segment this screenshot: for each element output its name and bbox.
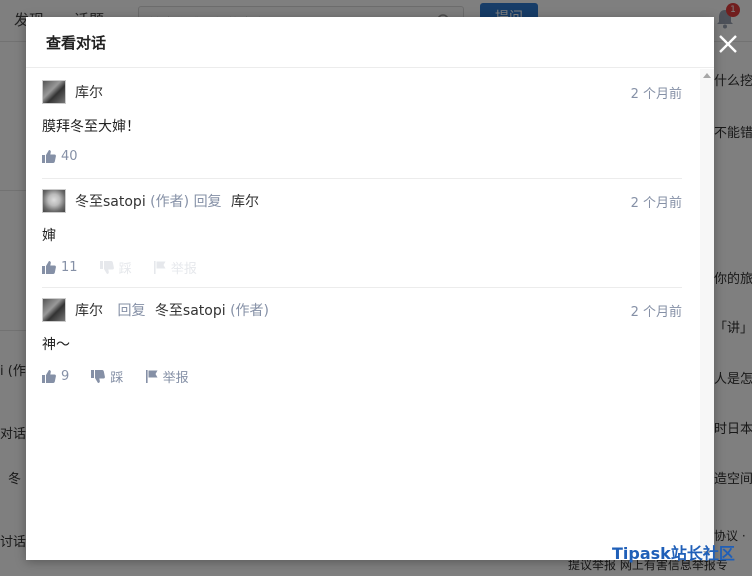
report-button[interactable]: 举报 xyxy=(153,258,197,277)
dislike-button[interactable]: 踩 xyxy=(99,258,132,277)
like-button[interactable]: 40 xyxy=(42,149,78,164)
comment-meta: 冬至satopi (作者) 回复 库尔 xyxy=(75,191,259,211)
author-tag: (作者) xyxy=(150,194,190,210)
scrollbar[interactable] xyxy=(700,69,714,560)
comment-meta: 库尔 回复 冬至satopi (作者) xyxy=(75,300,269,320)
like-count: 9 xyxy=(61,369,70,384)
comment-time: 2 个月前 xyxy=(630,196,682,211)
reply-label: 回复 xyxy=(117,303,146,319)
comment-item: 库尔 回复 冬至satopi (作者) 2 个月前 神～ 9 踩 举报 xyxy=(42,287,682,396)
avatar[interactable] xyxy=(42,298,66,322)
thumbs-down-icon xyxy=(99,261,114,274)
site-watermark: Tipask站长社区 xyxy=(612,544,735,563)
conversation-dialog: 查看对话 库尔 2 个月前 膜拜冬至大婶！ 40 冬至satopi (作者) 回… xyxy=(26,17,714,560)
report-label: 举报 xyxy=(170,262,197,277)
comment-content: 婶 xyxy=(42,228,56,244)
report-label: 举报 xyxy=(162,371,189,386)
thumbs-up-icon xyxy=(42,150,56,163)
flag-icon xyxy=(145,370,158,383)
comment-content: 神～ xyxy=(42,337,70,353)
dislike-button[interactable]: 踩 xyxy=(91,367,123,386)
thumbs-up-icon xyxy=(42,261,56,274)
report-button[interactable]: 举报 xyxy=(145,367,189,386)
comment-actions: 40 xyxy=(42,149,96,167)
comment-actions: 9 踩 举报 xyxy=(42,367,207,386)
comment-actions: 11 踩 举报 xyxy=(42,258,215,277)
thumbs-up-icon xyxy=(42,370,56,383)
like-count: 11 xyxy=(61,260,78,275)
conversation-list: 库尔 2 个月前 膜拜冬至大婶！ 40 冬至satopi (作者) 回复 库尔 … xyxy=(26,69,714,560)
like-count: 40 xyxy=(61,149,78,164)
author-tag: (作者) xyxy=(230,303,270,319)
reply-label: 回复 xyxy=(193,194,222,210)
flag-icon xyxy=(153,261,166,274)
reply-to-user[interactable]: 库尔 xyxy=(231,194,259,210)
comment-item: 库尔 2 个月前 膜拜冬至大婶！ 40 xyxy=(42,69,682,178)
dislike-label: 踩 xyxy=(118,262,132,277)
like-button[interactable]: 11 xyxy=(42,260,78,275)
comment-item: 冬至satopi (作者) 回复 库尔 2 个月前 婶 11 踩 举报 xyxy=(42,178,682,287)
scroll-up-arrow-icon[interactable] xyxy=(703,73,711,78)
comment-meta: 库尔 xyxy=(75,82,103,102)
dialog-title: 查看对话 xyxy=(26,17,714,68)
avatar[interactable] xyxy=(42,80,66,104)
comment-time: 2 个月前 xyxy=(630,305,682,320)
like-button[interactable]: 9 xyxy=(42,369,69,384)
close-icon[interactable] xyxy=(717,33,739,55)
dislike-label: 踩 xyxy=(110,371,124,386)
avatar[interactable] xyxy=(42,189,66,213)
comment-time: 2 个月前 xyxy=(630,87,682,102)
comment-author[interactable]: 库尔 xyxy=(75,85,103,101)
comment-author[interactable]: 冬至satopi xyxy=(75,194,146,210)
reply-to-user[interactable]: 冬至satopi xyxy=(155,303,226,319)
comment-content: 膜拜冬至大婶！ xyxy=(42,119,140,135)
thumbs-down-icon xyxy=(91,370,106,383)
comment-author[interactable]: 库尔 xyxy=(75,303,103,319)
